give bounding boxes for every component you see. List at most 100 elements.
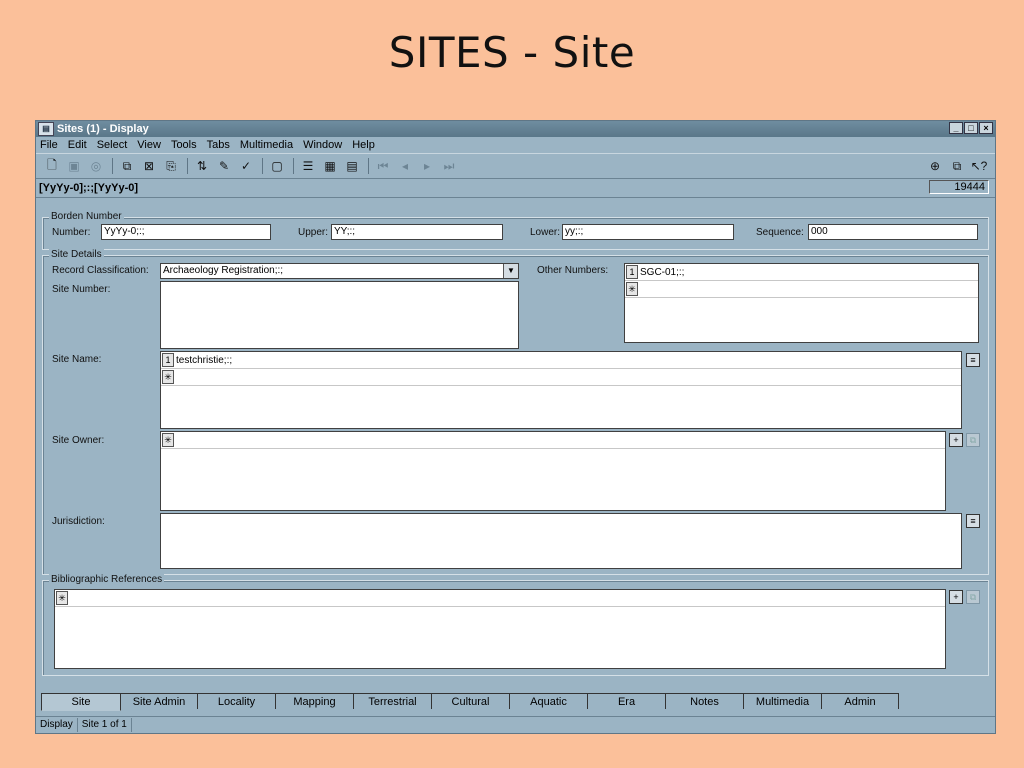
borden-group-label: Borden Number <box>49 211 124 222</box>
menu-window[interactable]: Window <box>303 139 342 151</box>
lookup-icon[interactable]: ≡ <box>966 514 980 528</box>
tab-site[interactable]: Site <box>41 693 121 711</box>
record-header: [YyYy-0];:;[YyYy-0] 19444 <box>36 179 995 198</box>
page-view-icon[interactable]: ▤ <box>342 157 362 175</box>
tab-admin[interactable]: Admin <box>821 693 899 709</box>
site-owner-list[interactable]: ✳ <box>160 431 946 511</box>
window-titlebar[interactable]: ▤ Sites (1) - Display _ □ × <box>36 121 995 137</box>
tab-notes[interactable]: Notes <box>665 693 744 709</box>
toolbar: 🗋 ▣ ◎ ⧉ ⊠ ⎘ ⇅ ✎ ✓ ▢ ☰ ▦ ▤ ⏮ ◂ ▸ ⏭ ⊕ ⧉ ↖? <box>36 153 995 179</box>
close-button[interactable]: × <box>979 122 993 134</box>
new-row[interactable]: ✳ <box>161 369 961 386</box>
site-owner-label: Site Owner: <box>52 435 105 446</box>
jurisdiction-label: Jurisdiction: <box>52 516 105 527</box>
save-icon[interactable]: ▣ <box>64 157 84 175</box>
new-row-icon: ✳ <box>162 433 174 447</box>
other-numbers-label: Other Numbers: <box>537 265 609 276</box>
app-icon: ▤ <box>38 122 54 136</box>
menu-tools[interactable]: Tools <box>171 139 197 151</box>
tab-terrestrial[interactable]: Terrestrial <box>353 693 432 709</box>
prev-record-icon[interactable]: ◂ <box>395 157 415 175</box>
menu-select[interactable]: Select <box>97 139 128 151</box>
number-field[interactable]: YyYy-0;:; <box>101 224 271 240</box>
detail-icon[interactable]: ▢ <box>267 157 287 175</box>
site-name-value[interactable]: testchristie;:; <box>176 355 232 366</box>
window-title: Sites (1) - Display <box>57 123 149 135</box>
last-record-icon[interactable]: ⏭ <box>439 157 459 175</box>
list-item[interactable]: 1 SGC-01;:; <box>625 264 978 281</box>
new-icon[interactable]: 🗋 <box>42 157 62 175</box>
form-view-icon[interactable]: ☰ <box>298 157 318 175</box>
record-icon[interactable]: ⎘ <box>161 157 181 175</box>
list-item[interactable]: 1 testchristie;:; <box>161 352 961 369</box>
tab-era[interactable]: Era <box>587 693 666 709</box>
new-row[interactable]: ✳ <box>161 432 945 449</box>
tab-aquatic[interactable]: Aquatic <box>509 693 588 709</box>
menu-edit[interactable]: Edit <box>68 139 87 151</box>
bibliographic-references-list[interactable]: ✳ <box>54 589 946 669</box>
minimize-button[interactable]: _ <box>949 122 963 134</box>
tab-mapping[interactable]: Mapping <box>275 693 354 709</box>
tab-bar: Site Site Admin Locality Mapping Terrest… <box>41 693 899 711</box>
lower-field[interactable]: yy;:; <box>562 224 734 240</box>
new-row[interactable]: ✳ <box>55 590 945 607</box>
menu-view[interactable]: View <box>137 139 161 151</box>
menu-tabs[interactable]: Tabs <box>207 139 230 151</box>
grid-view-icon[interactable]: ▦ <box>320 157 340 175</box>
tab-site-admin[interactable]: Site Admin <box>120 693 198 709</box>
slide-title: SITES - Site <box>388 28 636 77</box>
copy-record-icon[interactable]: ⧉ <box>947 157 967 175</box>
report-icon[interactable]: ✎ <box>214 157 234 175</box>
help-pointer-icon[interactable]: ↖? <box>969 157 989 175</box>
jurisdiction-field[interactable] <box>160 513 962 569</box>
toolbar-separator <box>293 158 294 174</box>
sort-icon[interactable]: ⇅ <box>192 157 212 175</box>
menubar: File Edit Select View Tools Tabs Multime… <box>36 137 995 153</box>
lookup-icon[interactable]: ≡ <box>966 353 980 367</box>
menu-file[interactable]: File <box>40 139 58 151</box>
other-numbers-list[interactable]: 1 SGC-01;:; ✳ <box>624 263 979 343</box>
menu-multimedia[interactable]: Multimedia <box>240 139 293 151</box>
upper-label: Upper: <box>298 227 329 238</box>
tab-multimedia[interactable]: Multimedia <box>743 693 822 709</box>
upper-field[interactable]: YY;:; <box>331 224 503 240</box>
copy-icon[interactable]: ⧉ <box>117 157 137 175</box>
copy-icon[interactable]: ⧉ <box>966 590 980 604</box>
new-row-icon: ✳ <box>56 591 68 605</box>
tab-cultural[interactable]: Cultural <box>431 693 510 709</box>
next-record-icon[interactable]: ▸ <box>417 157 437 175</box>
spellcheck-icon[interactable]: ✓ <box>236 157 256 175</box>
delete-icon[interactable]: ⊠ <box>139 157 159 175</box>
new-row-icon: ✳ <box>626 282 638 296</box>
status-bar: Display Site 1 of 1 <box>36 716 995 733</box>
toolbar-separator <box>187 158 188 174</box>
row-number: 1 <box>162 353 174 367</box>
refresh-icon[interactable]: ◎ <box>86 157 106 175</box>
record-classification-select[interactable]: Archaeology Registration;:; ▼ <box>160 263 519 279</box>
sequence-field[interactable]: 000 <box>808 224 978 240</box>
tab-locality[interactable]: Locality <box>197 693 276 709</box>
sequence-label: Sequence: <box>756 227 804 238</box>
menu-help[interactable]: Help <box>352 139 375 151</box>
new-row[interactable]: ✳ <box>625 281 978 298</box>
toolbar-separator <box>262 158 263 174</box>
site-number-field[interactable] <box>160 281 519 349</box>
record-classification-label: Record Classification: <box>52 265 149 276</box>
add-icon[interactable]: + <box>949 433 963 447</box>
lower-label: Lower: <box>530 227 561 238</box>
toolbar-separator <box>368 158 369 174</box>
add-icon[interactable]: + <box>949 590 963 604</box>
status-position: Site 1 of 1 <box>78 718 132 732</box>
maximize-button[interactable]: □ <box>964 122 978 134</box>
other-number-value[interactable]: SGC-01;:; <box>640 267 684 278</box>
first-record-icon[interactable]: ⏮ <box>373 157 393 175</box>
site-name-label: Site Name: <box>52 354 102 365</box>
site-details-label: Site Details <box>49 249 104 260</box>
site-name-list[interactable]: 1 testchristie;:; ✳ <box>160 351 962 429</box>
attach-icon[interactable]: ⊕ <box>925 157 945 175</box>
copy-icon[interactable]: ⧉ <box>966 433 980 447</box>
record-classification-value: Archaeology Registration;:; <box>163 265 284 276</box>
chevron-down-icon[interactable]: ▼ <box>503 264 518 278</box>
new-row-icon: ✳ <box>162 370 174 384</box>
record-count: 19444 <box>929 180 989 194</box>
